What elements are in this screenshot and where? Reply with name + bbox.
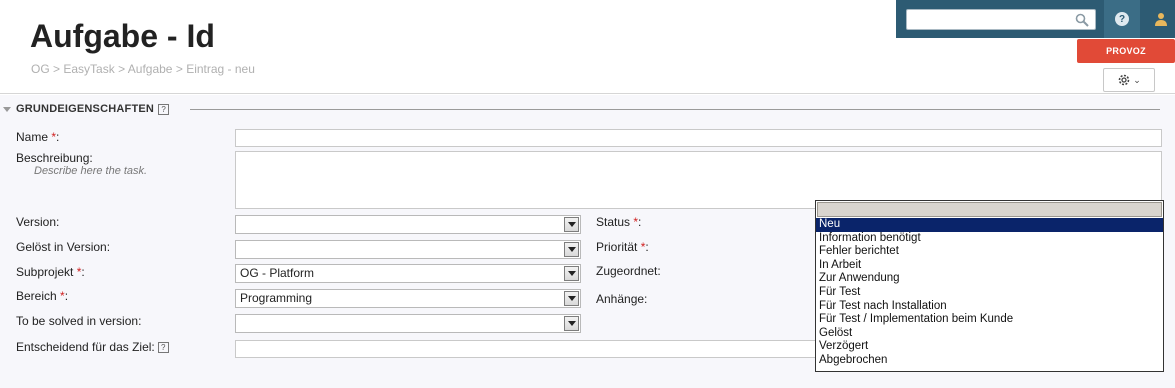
subprojekt-value: OG - Platform xyxy=(240,266,315,280)
status-option-information-benoetigt[interactable]: Information benötigt xyxy=(816,232,1163,246)
version-select[interactable] xyxy=(235,215,581,234)
label-suffix: : xyxy=(56,130,60,144)
question-circle-icon: ? xyxy=(1115,12,1129,26)
status-option-fuer-test[interactable]: Für Test xyxy=(816,286,1163,300)
status-options: Neu Information benötigt Fehler berichte… xyxy=(816,218,1163,368)
label-suffix: : xyxy=(64,289,69,303)
breadcrumb-item-og[interactable]: OG xyxy=(31,62,50,76)
bereich-label: Bereich *: xyxy=(16,289,68,303)
section-divider xyxy=(190,109,1160,110)
label-suffix: : xyxy=(645,240,649,254)
beschreibung-hint: Describe here the task. xyxy=(34,165,148,177)
bereich-label-text: Bereich xyxy=(16,289,57,303)
dropdown-arrow-icon[interactable] xyxy=(564,266,579,281)
bereich-value: Programming xyxy=(240,291,313,305)
version-label: Version: xyxy=(16,215,60,229)
status-option-abgebrochen[interactable]: Abgebrochen xyxy=(816,354,1163,368)
page-title: Aufgabe - Id xyxy=(30,18,215,54)
user-menu-button[interactable] xyxy=(1146,0,1175,38)
name-input[interactable] xyxy=(235,129,1162,147)
help-button[interactable]: ? xyxy=(1104,0,1140,38)
bereich-select[interactable]: Programming xyxy=(235,289,581,308)
breadcrumb-separator: > xyxy=(118,62,126,76)
section-header[interactable]: GRUNDEIGENSCHAFTEN ? xyxy=(3,103,170,115)
status-dropdown-list[interactable]: Neu Information benötigt Fehler berichte… xyxy=(815,200,1164,372)
prioritaet-label: Priorität *: xyxy=(596,240,649,254)
entscheidend-input[interactable] xyxy=(235,340,835,358)
label-suffix: : xyxy=(638,215,642,229)
section-title: GRUNDEIGENSCHAFTEN xyxy=(16,103,155,115)
to-be-solved-select[interactable] xyxy=(235,314,581,333)
dropdown-arrow-icon[interactable] xyxy=(564,316,579,331)
help-icon[interactable]: ? xyxy=(158,103,170,115)
to-be-solved-label: To be solved in version: xyxy=(16,314,142,328)
status-option-neu[interactable]: Neu xyxy=(816,218,1163,232)
entscheidend-label: Entscheidend für das Ziel:? xyxy=(16,340,169,354)
search-input[interactable] xyxy=(906,9,1096,30)
user-icon xyxy=(1154,13,1167,26)
status-option-geloest[interactable]: Gelöst xyxy=(816,327,1163,341)
breadcrumb-item-current: Eintrag - neu xyxy=(186,62,255,76)
collapse-triangle-icon[interactable] xyxy=(3,106,11,112)
beschreibung-label: Beschreibung: xyxy=(16,151,93,165)
dropdown-arrow-icon[interactable] xyxy=(564,291,579,306)
breadcrumb-separator: > xyxy=(175,62,183,76)
status-label-text: Status xyxy=(596,215,631,229)
label-suffix: : xyxy=(81,265,85,279)
settings-menu-button[interactable]: ⌄ xyxy=(1103,68,1155,92)
search-icon[interactable] xyxy=(1075,13,1089,27)
environment-badge[interactable]: PROVOZ xyxy=(1077,39,1175,63)
subprojekt-label: Subprojekt *: xyxy=(16,265,85,279)
anhaenge-label: Anhänge: xyxy=(596,292,648,306)
status-option-in-arbeit[interactable]: In Arbeit xyxy=(816,259,1163,273)
name-label: Name *: xyxy=(16,130,59,144)
geloest-select[interactable] xyxy=(235,240,581,259)
breadcrumb-item-easytask[interactable]: EasyTask xyxy=(63,62,114,76)
status-label: Status *: xyxy=(596,215,641,229)
dropdown-arrow-icon[interactable] xyxy=(564,242,579,257)
breadcrumb-separator: > xyxy=(53,62,61,76)
subprojekt-label-text: Subprojekt xyxy=(16,265,74,279)
entscheidend-label-text: Entscheidend für das Ziel: xyxy=(16,340,155,354)
status-option-fuer-test-nach-installation[interactable]: Für Test nach Installation xyxy=(816,300,1163,314)
help-icon[interactable]: ? xyxy=(157,342,169,354)
chevron-down-icon: ⌄ xyxy=(1133,74,1141,85)
status-select-current[interactable] xyxy=(817,202,1162,217)
status-option-verzoegert[interactable]: Verzögert xyxy=(816,340,1163,354)
breadcrumb-item-aufgabe[interactable]: Aufgabe xyxy=(128,62,173,76)
status-option-fehler-berichtet[interactable]: Fehler berichtet xyxy=(816,245,1163,259)
zugeordnet-label: Zugeordnet: xyxy=(596,264,661,278)
subprojekt-select[interactable]: OG - Platform xyxy=(235,264,581,283)
breadcrumb: OG > EasyTask > Aufgabe > Eintrag - neu xyxy=(31,62,255,76)
prioritaet-label-text: Priorität xyxy=(596,240,638,254)
dropdown-arrow-icon[interactable] xyxy=(564,217,579,232)
gear-icon xyxy=(1118,74,1130,86)
top-toolbar: ? xyxy=(896,0,1175,38)
status-option-fuer-test-implementation[interactable]: Für Test / Implementation beim Kunde xyxy=(816,313,1163,327)
name-label-text: Name xyxy=(16,130,49,144)
geloest-label: Gelöst in Version: xyxy=(16,240,111,254)
status-option-zur-anwendung[interactable]: Zur Anwendung xyxy=(816,272,1163,286)
